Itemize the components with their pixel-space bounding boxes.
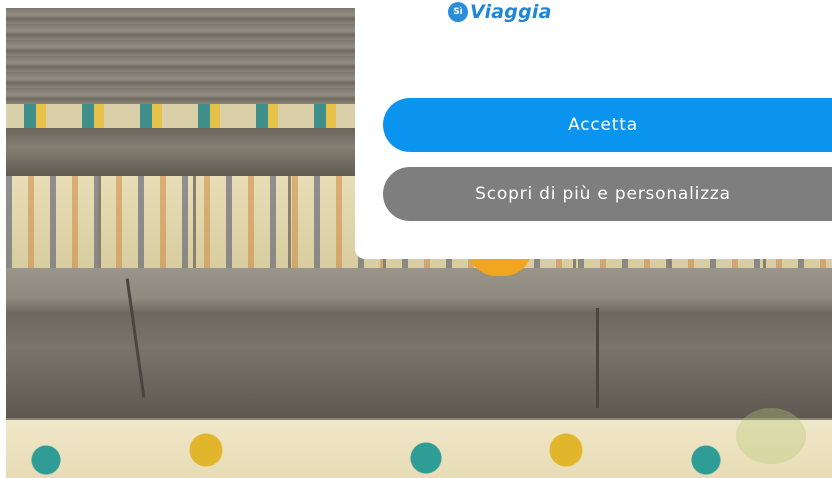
watermark-logo — [736, 408, 806, 464]
brand-logo: Sì Viaggia — [448, 1, 552, 23]
cookie-consent-panel: Sì Viaggia Accetta Scopri di più e perso… — [355, 0, 832, 259]
tile-band-bottom — [6, 420, 832, 478]
brand-icon: Sì — [448, 2, 468, 22]
accept-button-label: Accetta — [568, 115, 638, 135]
customize-button[interactable]: Scopri di più e personalizza — [383, 167, 832, 221]
brand-name: Viaggia — [470, 1, 552, 23]
accept-button[interactable]: Accetta — [383, 98, 832, 152]
stone-crack — [596, 308, 599, 408]
customize-button-label: Scopri di più e personalizza — [475, 184, 731, 204]
